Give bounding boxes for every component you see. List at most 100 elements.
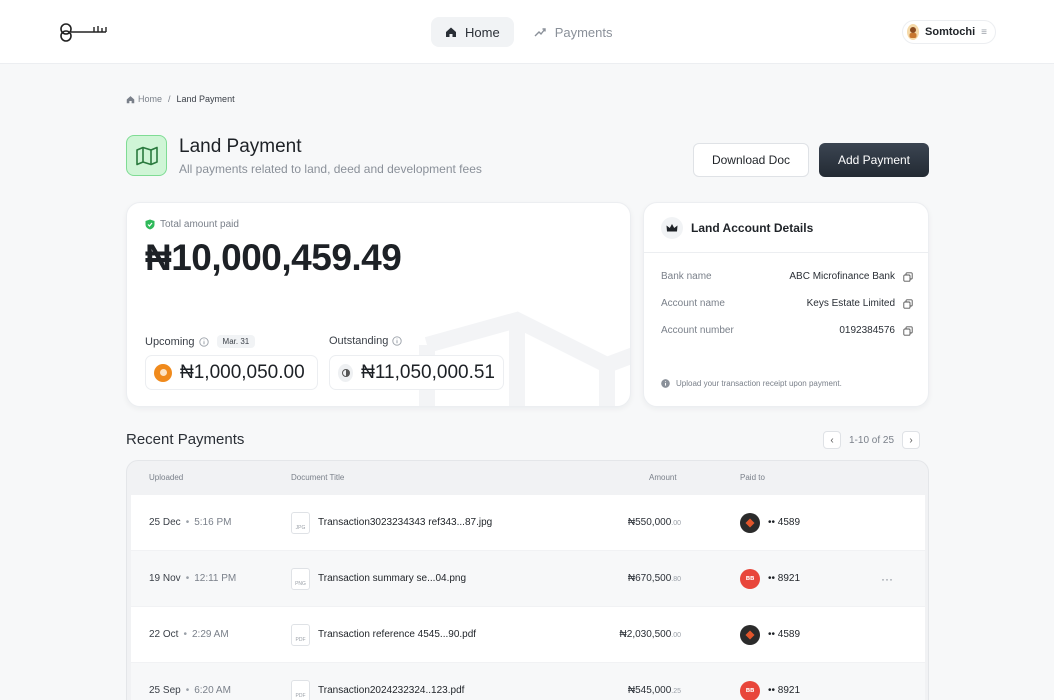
amount-cents: .80 [671,576,681,583]
outstanding-amount-box: ₦11,050,000.51 [329,355,504,390]
copy-icon[interactable] [903,271,913,282]
outstanding-coin-icon [338,363,354,382]
upcoming-amount-box: ₦1,000,050.00 [145,355,318,390]
breadcrumb-home[interactable]: Home [126,94,162,104]
paid-to: ʙʙ •• 8921 [740,568,801,589]
user-name: Somtochi [925,26,976,38]
bank-logo-icon: ʙʙ [740,568,760,589]
header-uploaded: Uploaded [149,473,184,482]
upcoming-coin-icon [154,363,172,382]
pagination: ‹ 1-10 of 25 › [823,431,921,449]
document-title[interactable]: Transaction2024232324..123.pdf [318,685,464,696]
info-icon [661,379,670,388]
add-payment-button[interactable]: Add Payment [819,143,929,177]
document-title[interactable]: Transaction3023234343 ref343...87.jpg [318,517,492,528]
upcoming-label-text: Upcoming [145,335,195,348]
paid-to: •• 4589 [740,512,801,533]
account-number-value: 0192384576 [839,325,895,336]
row-menu-button[interactable]: ··· [881,572,893,586]
breadcrumb: Home / Land Payment [126,94,235,104]
info-icon[interactable] [392,336,402,346]
header-paid-to: Paid to [740,473,765,482]
account-name-value: Keys Estate Limited [806,298,895,309]
amount-main: ₦545,000 [627,685,672,696]
separator-dot: • [185,573,190,584]
account-suffix: •• 4589 [768,629,801,640]
table-row[interactable]: 25 Dec • 5:16 PM JPG Transaction3023234343… [131,495,925,550]
table-row[interactable]: 19 Nov • 12:11 PM PNG Transaction summary … [131,551,925,606]
map-icon [135,146,158,165]
upload-date: 22 Oct • 2:29 AM [149,629,229,640]
header-document-title: Document Title [291,473,345,482]
top-bar: Home Payments Somtochi ≡ [0,0,1054,64]
account-details-title: Land Account Details [691,220,814,235]
payment-amount: ₦2,030,500.00 [620,629,681,640]
date-text: 22 Oct [149,629,179,640]
total-label-text: Total amount paid [160,219,239,230]
land-payment-icon [126,135,167,176]
crown-icon [661,216,683,239]
account-name-label: Account name [661,298,725,309]
header-amount: Amount [649,473,677,482]
bank-logo-icon [740,512,760,533]
logo-icon[interactable] [58,22,110,42]
upload-date: 19 Nov • 12:11 PM [149,573,236,584]
document-title[interactable]: Transaction summary se...04.png [318,573,466,584]
upcoming-date-badge: Mar. 31 [216,335,256,348]
download-doc-button[interactable]: Download Doc [693,143,809,177]
document-title[interactable]: Transaction reference 4545...90.pdf [318,629,476,640]
page-title: Land Payment [179,136,302,157]
account-details-header: Land Account Details [644,203,928,253]
png-file-icon: PNG [291,567,310,590]
date-text: 25 Sep [149,685,181,696]
amount-main: ₦2,030,500 [619,629,672,640]
time-text: 6:20 AM [194,685,231,696]
paid-to: ʙʙ •• 8921 [740,680,800,700]
home-icon [446,27,456,37]
total-amount: ₦10,000,459.49 [145,237,402,278]
date-text: 25 Dec [149,517,181,528]
menu-icon: ≡ [981,26,987,38]
shield-check-icon [145,219,155,230]
breadcrumb-separator: / [168,94,171,104]
account-suffix: •• 4589 [768,517,801,528]
outstanding-amount: ₦11,050,000.51 [361,361,495,383]
next-page-button[interactable]: › [902,431,921,449]
table-row[interactable]: 22 Oct • 2:29 AM PDF Transaction reference… [131,607,925,662]
payments-table: Uploaded Document Title Amount Paid to 2… [126,460,929,700]
amount-main: ₦670,500 [627,573,672,584]
jpg-file-icon: JPG [291,511,310,534]
separator-dot: • [183,629,187,640]
time-text: 5:16 PM [194,517,232,528]
table-row[interactable]: 25 Sep • 6:20 AM PDF Transaction2024232324… [131,663,925,700]
user-menu[interactable]: Somtochi ≡ [902,20,996,44]
payment-amount: ₦670,500.80 [628,573,681,584]
breadcrumb-home-label: Home [138,94,163,104]
separator-dot: • [185,517,190,528]
upcoming-amount: ₦1,000,050.00 [180,361,305,383]
amount-cents: .00 [671,632,681,639]
account-details-card: Land Account Details Bank name ABC Micro… [643,202,929,407]
pagination-text: 1-10 of 25 [849,434,895,446]
bank-logo-icon: ʙʙ [740,680,760,700]
info-icon[interactable] [198,336,209,347]
prev-page-button[interactable]: ‹ [823,431,841,449]
breadcrumb-current: Land Payment [176,94,235,104]
time-text: 12:11 PM [194,573,237,584]
nav-payments[interactable]: Payments [520,17,627,47]
payment-amount: ₦550,000.00 [628,517,681,528]
avatar [907,24,920,40]
nav-home[interactable]: Home [431,17,514,47]
copy-icon[interactable] [903,298,913,309]
bank-name-label: Bank name [661,271,712,282]
bank-logo-icon [740,624,760,645]
pdf-file-icon: PDF [291,623,310,646]
payment-amount: ₦545,000.25 [628,685,681,696]
account-suffix: •• 8921 [768,573,801,584]
upload-note: Upload your transaction receipt upon pay… [661,379,842,388]
copy-icon[interactable] [903,325,913,336]
upload-date: 25 Sep • 6:20 AM [149,685,231,696]
upload-note-text: Upload your transaction receipt upon pay… [676,379,842,388]
total-label: Total amount paid [145,219,239,230]
total-summary-card: Total amount paid ₦10,000,459.49 Upcomin… [126,202,631,407]
